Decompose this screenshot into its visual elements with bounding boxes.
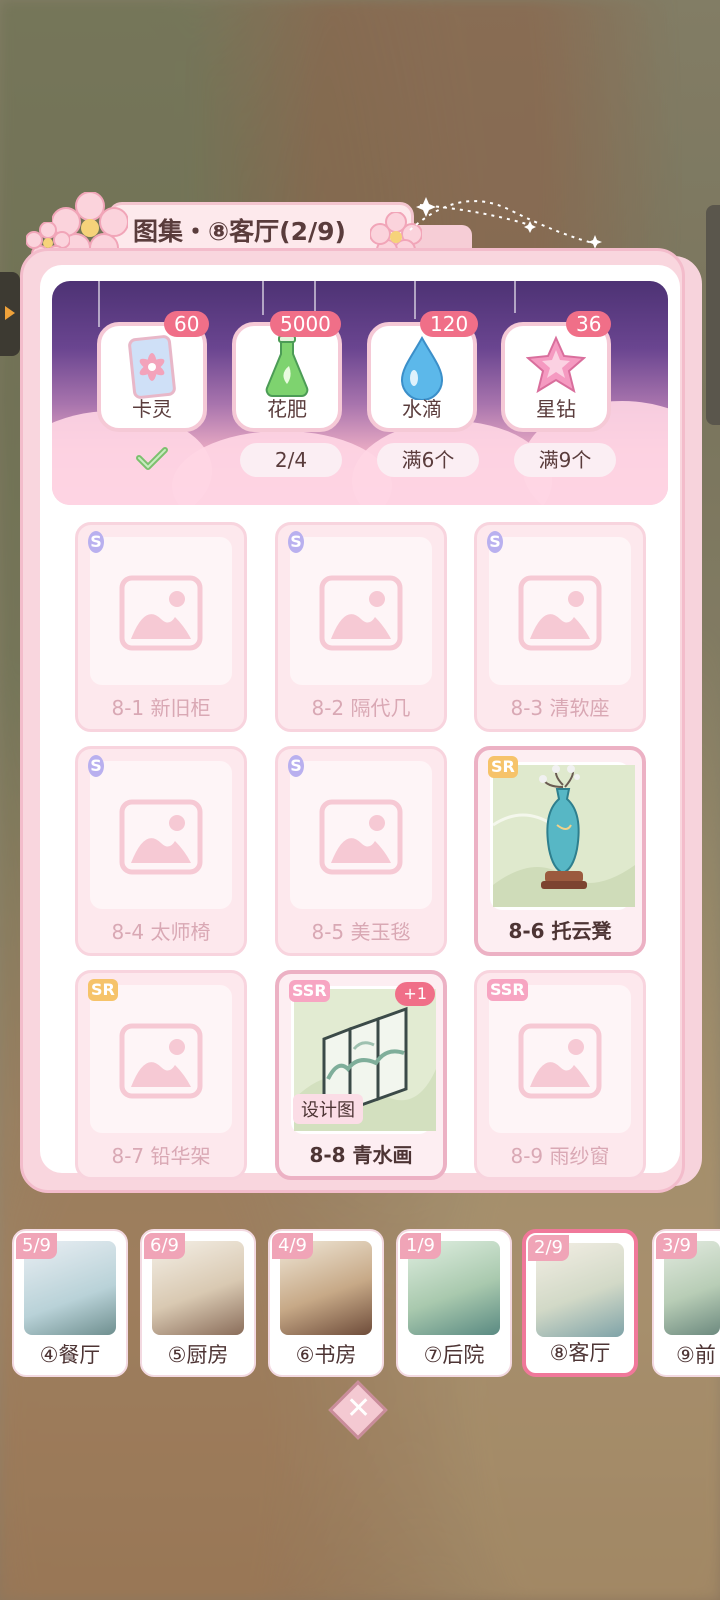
image-placeholder-icon bbox=[119, 1023, 203, 1099]
page-title: 图集・⑧客厅(2/9) bbox=[133, 217, 346, 246]
chapter-name: ⑦后院 bbox=[423, 1343, 485, 1367]
rarity-badge: S bbox=[88, 755, 104, 777]
constellation-decoration bbox=[409, 197, 602, 249]
reward-progress: 满6个 bbox=[377, 443, 479, 477]
image-placeholder-icon bbox=[518, 575, 602, 651]
image-placeholder-icon bbox=[319, 575, 403, 651]
duplicate-count-badge: +1 bbox=[395, 982, 435, 1006]
reward-label: 星钻 bbox=[536, 397, 576, 421]
rarity-badge: SR bbox=[488, 756, 518, 778]
image-placeholder-icon bbox=[119, 575, 203, 651]
item-thumbnail bbox=[490, 762, 635, 910]
reward-water-drop[interactable]: 水滴 bbox=[367, 322, 477, 432]
chapter-name: ⑧客厅 bbox=[549, 1341, 611, 1365]
item-name: 8-2 隔代几 bbox=[311, 696, 411, 720]
item-name: 8-5 美玉毯 bbox=[311, 920, 411, 944]
arrow-right-icon bbox=[5, 306, 15, 320]
rarity-badge: SSR bbox=[487, 979, 528, 1001]
reward-count-badge: 60 bbox=[164, 311, 210, 337]
image-placeholder-icon bbox=[119, 799, 203, 875]
reward-count-badge: 36 bbox=[566, 311, 612, 337]
item-name: 8-7 铅华架 bbox=[111, 1144, 211, 1168]
close-icon[interactable]: ✕ bbox=[346, 1394, 371, 1424]
water-drop-icon bbox=[400, 335, 444, 400]
side-panel-edge bbox=[706, 205, 720, 425]
chapter-tab-study[interactable]: 4/9 ⑥书房 bbox=[268, 1229, 384, 1377]
star-diamond-icon bbox=[526, 335, 586, 394]
item-name: 8-9 雨纱窗 bbox=[510, 1144, 610, 1168]
rarity-badge: SSR bbox=[289, 980, 330, 1002]
item-name: 8-3 清软座 bbox=[510, 696, 610, 720]
chapter-tab-backyard[interactable]: 1/9 ⑦后院 bbox=[396, 1229, 512, 1377]
collection-item-owned[interactable]: 设计图 SSR +1 8-8 青水画 bbox=[275, 970, 447, 1180]
card-spirit-icon bbox=[128, 335, 176, 399]
chapter-progress: 3/9 bbox=[656, 1233, 697, 1259]
reward-star-diamond[interactable]: 星钻 bbox=[501, 322, 611, 432]
collection-item[interactable]: SSR 8-9 雨纱窗 bbox=[474, 970, 646, 1180]
side-drawer-handle[interactable] bbox=[0, 272, 20, 356]
chapter-tab-front-yard[interactable]: 3/9 ⑨前 bbox=[652, 1229, 720, 1377]
collection-item[interactable]: S 8-2 隔代几 bbox=[275, 522, 447, 732]
check-claimed-icon bbox=[136, 447, 168, 470]
vase-artwork bbox=[492, 765, 635, 907]
reward-label: 水滴 bbox=[402, 397, 442, 421]
reward-count-badge: 120 bbox=[420, 311, 479, 337]
item-name: 8-4 太师椅 bbox=[111, 920, 211, 944]
rarity-badge: S bbox=[88, 531, 104, 553]
rarity-badge: SR bbox=[88, 979, 118, 1001]
collection-item[interactable]: S 8-1 新旧柜 bbox=[75, 522, 247, 732]
collection-item[interactable]: S 8-5 美玉毯 bbox=[275, 746, 447, 956]
chapter-name: ⑨前 bbox=[676, 1343, 716, 1367]
collection-item[interactable]: SR 8-7 铅华架 bbox=[75, 970, 247, 1180]
chapter-tab-living-room[interactable]: 2/9 ⑧客厅 bbox=[522, 1229, 638, 1377]
reward-fertilizer[interactable]: 花肥 bbox=[232, 322, 342, 432]
rarity-badge: S bbox=[288, 531, 304, 553]
reward-label: 花肥 bbox=[267, 397, 307, 421]
chapter-progress: 5/9 bbox=[16, 1233, 57, 1259]
blueprint-tag: 设计图 bbox=[293, 1094, 363, 1124]
collection-item[interactable]: S 8-4 太师椅 bbox=[75, 746, 247, 956]
reward-progress: 2/4 bbox=[240, 443, 342, 477]
image-placeholder-icon bbox=[518, 1023, 602, 1099]
chapter-progress: 2/9 bbox=[528, 1235, 569, 1261]
rarity-badge: S bbox=[487, 531, 503, 553]
chapter-progress: 4/9 bbox=[272, 1233, 313, 1259]
collection-item-owned[interactable]: SR 8-6 托云凳 bbox=[474, 746, 646, 956]
chapter-name: ④餐厅 bbox=[39, 1343, 101, 1367]
reward-label: 卡灵 bbox=[132, 397, 172, 421]
reward-count-badge: 5000 bbox=[270, 311, 341, 337]
rarity-badge: S bbox=[288, 755, 304, 777]
chapter-tab-dining[interactable]: 5/9 ④餐厅 bbox=[12, 1229, 128, 1377]
collection-item[interactable]: S 8-3 清软座 bbox=[474, 522, 646, 732]
chapter-progress: 1/9 bbox=[400, 1233, 441, 1259]
image-placeholder-icon bbox=[319, 799, 403, 875]
fertilizer-flask-icon bbox=[265, 335, 309, 397]
chapter-tab-kitchen[interactable]: 6/9 ⑤厨房 bbox=[140, 1229, 256, 1377]
reward-progress: 满9个 bbox=[514, 443, 616, 477]
reward-card-spirit[interactable]: 卡灵 bbox=[97, 322, 207, 432]
item-name: 8-1 新旧柜 bbox=[111, 696, 211, 720]
item-name: 8-8 青水画 bbox=[309, 1143, 413, 1167]
chapter-progress: 6/9 bbox=[144, 1233, 185, 1259]
chapter-name: ⑤厨房 bbox=[167, 1343, 229, 1367]
item-name: 8-6 托云凳 bbox=[508, 919, 612, 943]
chapter-name: ⑥书房 bbox=[295, 1343, 357, 1367]
